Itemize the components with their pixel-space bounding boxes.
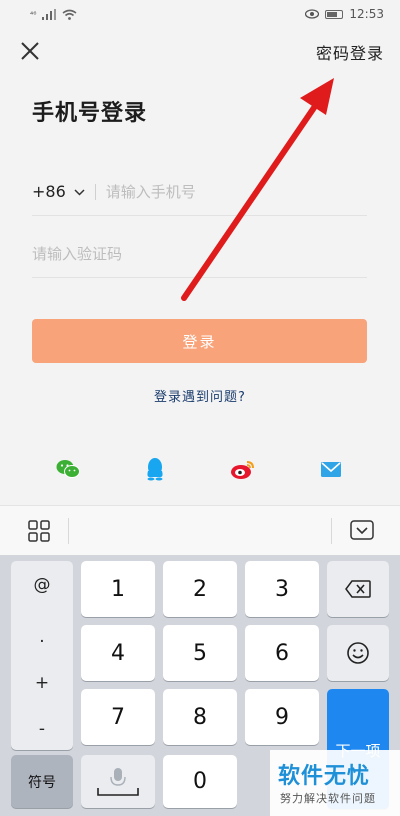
- password-login-link[interactable]: 密码登录: [316, 40, 384, 64]
- emoji-key[interactable]: [327, 625, 389, 681]
- symbol-key[interactable]: 符号: [11, 755, 73, 808]
- page-title: 手机号登录: [32, 101, 148, 126]
- watermark-title: 软件无忧: [278, 764, 371, 789]
- symbol-column: @ . + -: [11, 561, 73, 750]
- mail-icon[interactable]: [317, 455, 345, 483]
- space-key[interactable]: [81, 755, 155, 808]
- weibo-icon[interactable]: [229, 455, 257, 483]
- key-minus[interactable]: -: [11, 719, 73, 739]
- key-dot[interactable]: .: [11, 627, 73, 647]
- key-7[interactable]: 7: [81, 689, 155, 745]
- status-bar: ⁴⁶ 12:53: [0, 0, 400, 28]
- backspace-key[interactable]: [327, 561, 389, 617]
- close-icon: [21, 42, 39, 60]
- keyboard-toolbar: [0, 505, 400, 555]
- key-4[interactable]: 4: [81, 625, 155, 681]
- toolbar-divider: [331, 518, 332, 544]
- watermark-subtitle: 努力解决软件问题: [280, 792, 376, 805]
- divider: [94, 183, 96, 200]
- emoji-icon: [347, 642, 369, 664]
- hide-keyboard-icon[interactable]: [350, 520, 374, 540]
- wechat-icon[interactable]: [54, 455, 82, 483]
- phone-row: +86: [32, 168, 367, 216]
- key-at[interactable]: @: [11, 575, 73, 595]
- status-left: ⁴⁶: [30, 8, 77, 20]
- login-button[interactable]: 登录: [32, 319, 367, 363]
- network-type: ⁴⁶: [30, 9, 37, 19]
- qq-icon[interactable]: [141, 455, 169, 483]
- key-8[interactable]: 8: [163, 689, 237, 745]
- key-plus[interactable]: +: [11, 673, 73, 693]
- key-6[interactable]: 6: [245, 625, 319, 681]
- key-1[interactable]: 1: [81, 561, 155, 617]
- eye-comfort-icon: [305, 9, 320, 19]
- verification-row: [32, 230, 367, 278]
- key-2[interactable]: 2: [163, 561, 237, 617]
- signal-icon: [42, 8, 57, 20]
- wifi-icon: [62, 9, 77, 20]
- toolbar-divider: [68, 518, 69, 544]
- social-login-row: [0, 455, 400, 483]
- battery-icon: [325, 9, 344, 19]
- microphone-icon: [97, 767, 139, 796]
- status-right: 12:53: [305, 7, 384, 21]
- login-trouble-link[interactable]: 登录遇到问题?: [0, 386, 400, 405]
- clock: 12:53: [349, 7, 384, 21]
- watermark: 软件无忧 努力解决软件问题: [270, 750, 400, 816]
- key-3[interactable]: 3: [245, 561, 319, 617]
- key-5[interactable]: 5: [163, 625, 237, 681]
- country-code-selector[interactable]: +86: [32, 182, 66, 201]
- close-button[interactable]: [16, 37, 44, 65]
- grid-menu-icon[interactable]: [28, 520, 50, 542]
- verification-code-input[interactable]: [32, 244, 332, 263]
- key-0[interactable]: 0: [163, 755, 237, 808]
- chevron-down-icon[interactable]: [74, 185, 85, 199]
- phone-input[interactable]: [105, 182, 326, 201]
- backspace-icon: [345, 580, 371, 598]
- key-9[interactable]: 9: [245, 689, 319, 745]
